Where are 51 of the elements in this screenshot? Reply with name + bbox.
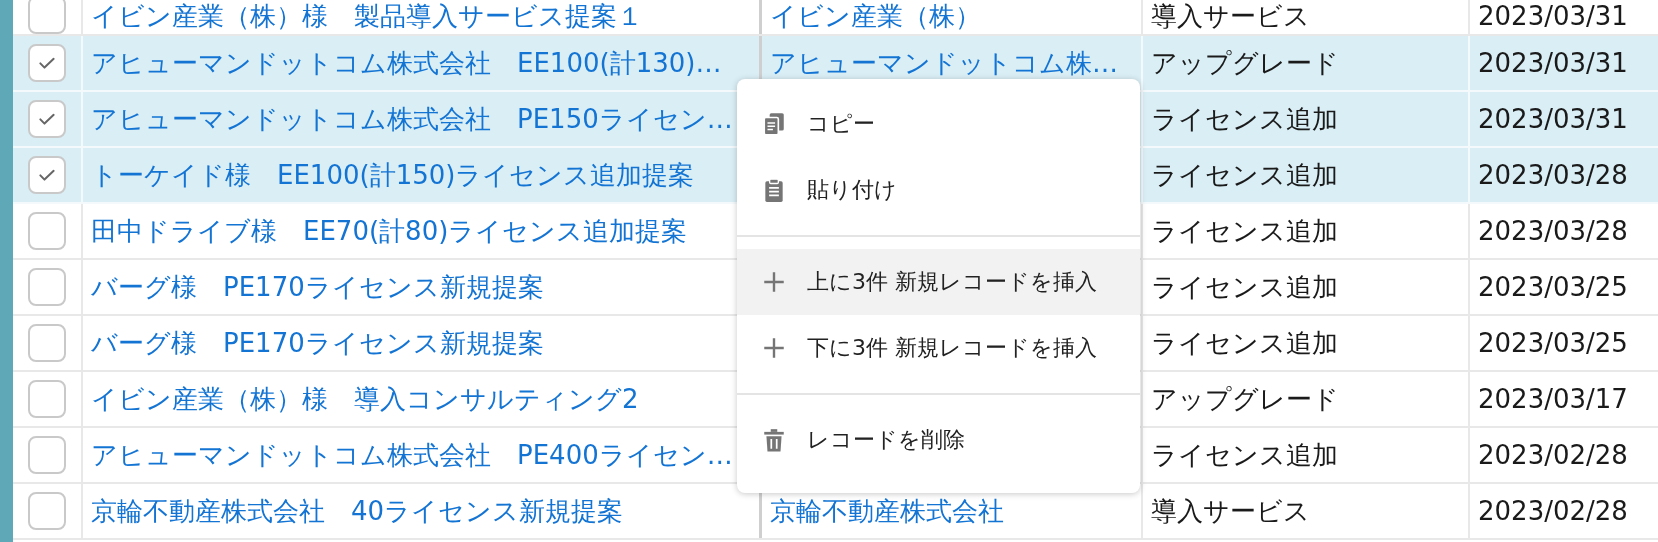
plus-icon <box>761 269 787 295</box>
menu-item[interactable]: 上に3件 新規レコードを挿入 <box>737 249 1140 315</box>
table-cell: 導入サービス <box>1143 0 1470 34</box>
table-cell-text: 2023/03/31 <box>1477 0 1629 33</box>
record-title-link[interactable]: アヒューマンドットコム株式会社 PE150ライセン… <box>91 101 733 137</box>
checkbox[interactable] <box>28 212 66 250</box>
table-cell-text: 2023/02/28 <box>1477 439 1629 472</box>
customer-link[interactable]: アヒューマンドットコム株… <box>770 45 1118 81</box>
table-cell: 導入サービス <box>1143 484 1470 538</box>
table-cell: ライセンス追加 <box>1143 148 1470 202</box>
checkbox[interactable] <box>28 44 66 82</box>
table-cell: アップグレード <box>1143 36 1470 90</box>
record-title-link[interactable]: イビン産業（株）様 導入コンサルティング2 <box>91 381 639 417</box>
checkbox[interactable] <box>28 0 66 34</box>
menu-item[interactable]: 下に3件 新規レコードを挿入 <box>737 315 1140 381</box>
table-cell-text: 2023/03/28 <box>1477 159 1629 192</box>
plus-icon <box>761 335 787 361</box>
record-title-link[interactable]: バーグ様 PE170ライセンス新規提案 <box>91 269 544 305</box>
checkbox[interactable] <box>28 156 66 194</box>
menu-item[interactable]: コピー <box>737 91 1140 157</box>
table-cell-text: 2023/03/31 <box>1477 47 1629 80</box>
checkbox[interactable] <box>28 100 66 138</box>
trash-icon <box>761 427 787 453</box>
table-cell-text: 2023/03/25 <box>1477 327 1629 360</box>
table-cell-text: 2023/03/28 <box>1477 215 1629 248</box>
record-title-link[interactable]: 田中ドライブ様 EE70(計80)ライセンス追加提案 <box>91 213 688 249</box>
record-title-link[interactable]: アヒューマンドットコム株式会社 EE100(計130)… <box>91 45 722 81</box>
menu-item[interactable]: 貼り付け <box>737 157 1140 223</box>
checkbox[interactable] <box>28 492 66 530</box>
table-cell: ライセンス追加 <box>1143 204 1470 258</box>
checkbox[interactable] <box>28 268 66 306</box>
record-title-link[interactable]: バーグ様 PE170ライセンス新規提案 <box>91 325 544 361</box>
table-cell: ライセンス追加 <box>1143 316 1470 370</box>
menu-item[interactable]: レコードを削除 <box>737 407 1140 473</box>
customer-link[interactable]: イビン産業（株） <box>770 0 981 32</box>
customer-link[interactable]: 京輪不動産株式会社 <box>770 493 1004 529</box>
table-cell: ライセンス追加 <box>1143 92 1470 146</box>
table-cell-text: 2023/03/17 <box>1477 383 1629 416</box>
checkbox[interactable] <box>28 380 66 418</box>
record-title-link[interactable]: アヒューマンドットコム株式会社 PE400ライセン… <box>91 437 733 473</box>
record-title-link[interactable]: トーケイド様 EE100(計150)ライセンス追加提案 <box>91 157 695 193</box>
record-title-link[interactable]: イビン産業（株）様 製品導入サービス提案１ <box>91 0 643 32</box>
table-cell-text: 2023/03/31 <box>1477 103 1629 136</box>
table-cell: ライセンス追加 <box>1143 428 1470 482</box>
table-cell: ライセンス追加 <box>1143 260 1470 314</box>
table-cell-text: 2023/03/25 <box>1477 271 1629 304</box>
checkbox[interactable] <box>28 324 66 362</box>
record-title-link[interactable]: 京輪不動産株式会社 40ライセンス新規提案 <box>91 493 624 529</box>
table-cell-text: 2023/02/28 <box>1477 495 1629 528</box>
table-cell: アップグレード <box>1143 372 1470 426</box>
checkbox[interactable] <box>28 436 66 474</box>
